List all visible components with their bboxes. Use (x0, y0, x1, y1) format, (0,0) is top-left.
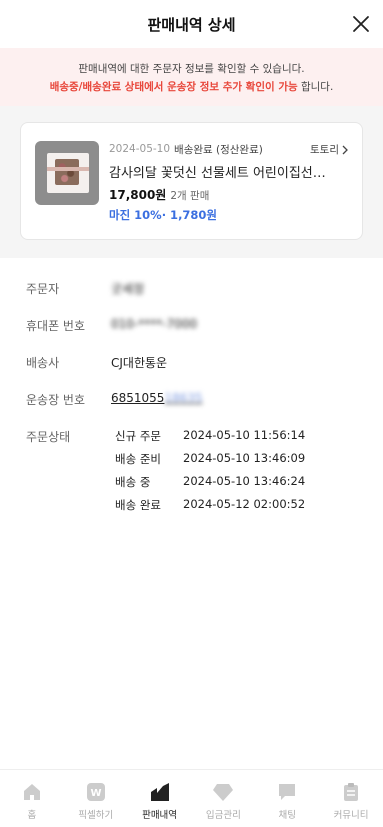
status-time: 2024-05-10 11:56:14 (183, 428, 306, 442)
phone-value: 010-****-7000 (111, 317, 198, 331)
order-info: 2024-05-10 배송완료 (정산완료) 토토리 감사의달 꽃덧신 선물세트… (109, 141, 348, 222)
tab-deposit[interactable]: 입금관리 (191, 770, 255, 827)
tab-sales[interactable]: 판매내역 (128, 770, 192, 827)
product-price: 17,800원 (109, 188, 167, 202)
diamond-icon (212, 781, 234, 803)
tracking-label: 운송장 번호 (26, 393, 86, 407)
status-time: 2024-05-10 13:46:09 (183, 451, 306, 465)
tracking-hidden: 18635 (164, 391, 203, 405)
close-icon[interactable] (351, 14, 371, 34)
tracking-visible: 6851055 (111, 391, 165, 405)
status-name: 배송 준비 (115, 452, 161, 466)
chat-icon (276, 781, 298, 803)
order-card[interactable]: 2024-05-10 배송완료 (정산완료) 토토리 감사의달 꽃덧신 선물세트… (20, 122, 363, 240)
tracking-number-link[interactable]: 685105518635 (111, 391, 203, 405)
order-details: 주문자 굿세정 휴대폰 번호 010-****-7000 배송사 CJ대한통운 … (0, 258, 383, 513)
tab-label: 픽셀하기 (78, 810, 114, 821)
tracking-row: 운송장 번호 685105518635 (26, 391, 357, 428)
status-time: 2024-05-12 02:00:52 (183, 497, 306, 511)
tab-home[interactable]: 홈 (0, 770, 64, 827)
tab-label: 판매내역 (142, 810, 178, 821)
notice-highlight: 배송중/배송완료 상태에서 운송장 정보 추가 확인이 가능 (49, 81, 298, 93)
order-status: 배송완료 (정산완료) (174, 143, 263, 156)
tab-community[interactable]: 커뮤니티 (319, 770, 383, 827)
header: 판매내역 상세 (0, 0, 383, 48)
phone-row: 휴대폰 번호 010-****-7000 (26, 317, 357, 354)
tab-chat[interactable]: 채팅 (255, 770, 319, 827)
w-icon: W (85, 781, 107, 803)
tab-label: 채팅 (278, 810, 296, 821)
clipboard-icon (340, 781, 362, 803)
orderer-value: 굿세정 (111, 282, 145, 296)
order-date: 2024-05-10 (109, 143, 171, 155)
page-title: 판매내역 상세 (147, 15, 236, 34)
phone-label: 휴대폰 번호 (26, 319, 86, 333)
product-qty: 2개 판매 (170, 190, 210, 202)
courier-value: CJ대한통운 (111, 356, 168, 370)
status-name: 배송 중 (115, 475, 151, 489)
order-status-label: 주문상태 (26, 430, 71, 444)
status-name: 배송 완료 (115, 498, 161, 512)
tab-label: 커뮤니티 (333, 810, 369, 821)
tab-label: 홈 (27, 810, 37, 821)
product-margin: 마진 10%· 1,780원 (109, 208, 218, 222)
chart-icon (149, 781, 171, 803)
store-label: 토토리 (310, 144, 339, 156)
status-name: 신규 주문 (115, 429, 161, 443)
notice-banner: 판매내역에 대한 주문자 정보를 확인할 수 있습니다. 배송중/배송완료 상태… (0, 48, 383, 106)
status-time: 2024-05-10 13:46:24 (183, 474, 306, 488)
tab-pick[interactable]: W 픽셀하기 (64, 770, 128, 827)
bottom-tab-bar: 홈 W 픽셀하기 판매내역 입금관리 채팅 커뮤니티 (0, 769, 383, 827)
svg-text:W: W (90, 788, 101, 799)
courier-label: 배송사 (26, 356, 60, 370)
store-link[interactable]: 토토리 (310, 142, 348, 157)
notice-suffix: 합니다. (297, 81, 334, 93)
tab-label: 입금관리 (205, 810, 241, 821)
chevron-right-icon (342, 145, 348, 154)
order-status-row: 주문상태 신규 주문 2024-05-10 11:56:14 배송 준비 202… (26, 428, 357, 513)
product-name: 감사의달 꽃덧신 선물세트 어린이집선물 스승의 (109, 166, 331, 181)
orderer-row: 주문자 굿세정 (26, 280, 357, 317)
home-icon (21, 781, 43, 803)
order-card-area: 2024-05-10 배송완료 (정산완료) 토토리 감사의달 꽃덧신 선물세트… (0, 106, 383, 258)
product-thumbnail (35, 141, 99, 205)
courier-row: 배송사 CJ대한통운 (26, 354, 357, 391)
orderer-label: 주문자 (26, 282, 60, 296)
notice-line1: 판매내역에 대한 주문자 정보를 확인할 수 있습니다. (78, 63, 305, 75)
status-history: 신규 주문 2024-05-10 11:56:14 배송 준비 2024-05-… (115, 428, 305, 513)
notice-line2: 배송중/배송완료 상태에서 운송장 정보 추가 확인이 가능 합니다. (10, 78, 373, 96)
